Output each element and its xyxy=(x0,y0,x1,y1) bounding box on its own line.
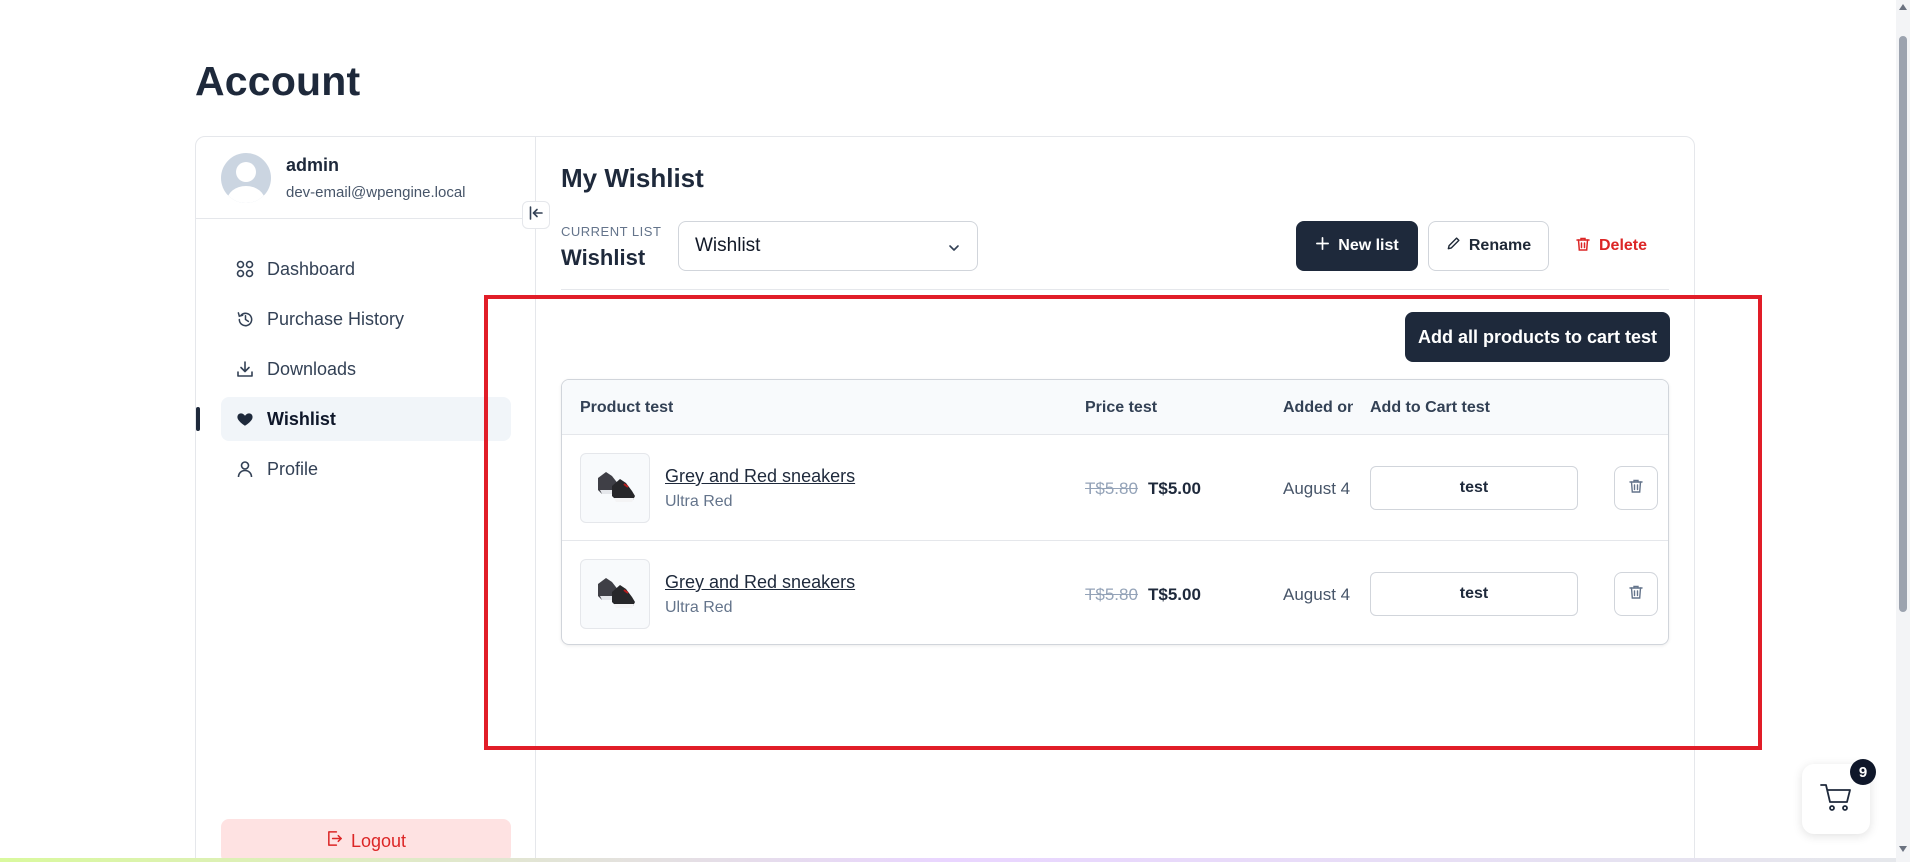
account-sidebar: admin dev-email@wpengine.local Dashboard… xyxy=(196,137,550,862)
logout-icon xyxy=(326,830,343,852)
table-row: Grey and Red sneakers Ultra Red T$5.80 T… xyxy=(562,435,1668,541)
wishlist-select[interactable]: Wishlist xyxy=(678,221,978,271)
added-date: August 4 xyxy=(1283,479,1351,498)
sidebar-item-downloads[interactable]: Downloads xyxy=(221,347,511,391)
add-to-cart-button[interactable]: test xyxy=(1370,572,1578,616)
current-list-name: Wishlist xyxy=(561,245,646,270)
product-name-link[interactable]: Grey and Red sneakers xyxy=(665,466,855,487)
cart-icon xyxy=(1819,781,1853,818)
trash-icon xyxy=(1628,584,1644,605)
rename-button[interactable]: Rename xyxy=(1428,221,1549,271)
user-email: dev-email@wpengine.local xyxy=(286,184,466,201)
sidebar-item-wishlist[interactable]: Wishlist xyxy=(196,397,511,441)
download-icon xyxy=(235,359,255,379)
trash-icon xyxy=(1628,478,1644,499)
chevron-down-icon xyxy=(947,239,961,261)
logout-label: Logout xyxy=(350,830,407,851)
pencil-icon xyxy=(1446,236,1461,256)
original-price: T$5.80 xyxy=(1085,585,1138,604)
account-card: admin dev-email@wpengine.local Dashboard… xyxy=(195,136,1695,862)
column-header-added: Added on xyxy=(1283,399,1353,416)
delete-label: Delete xyxy=(1598,237,1648,254)
collapse-left-icon xyxy=(528,205,544,226)
sale-price: T$5.00 xyxy=(1148,585,1201,604)
wishlist-panel: My Wishlist CURRENT LIST Wishlist Wishli… xyxy=(561,137,1671,862)
rename-label: Rename xyxy=(1468,237,1532,254)
product-variant: Ultra Red xyxy=(665,599,733,616)
trash-icon xyxy=(1575,236,1591,257)
sale-price: T$5.00 xyxy=(1148,479,1201,498)
product-variant: Ultra Red xyxy=(665,493,733,510)
remove-item-button[interactable] xyxy=(1614,572,1658,616)
sidebar-item-label: Profile xyxy=(267,458,319,479)
column-header-price: Price test xyxy=(1085,399,1158,416)
product-thumbnail[interactable] xyxy=(580,559,650,629)
user-icon xyxy=(235,459,255,479)
scroll-up-arrow[interactable] xyxy=(1899,4,1907,10)
page-title: Account xyxy=(195,58,361,104)
sidebar-item-label: Dashboard xyxy=(267,258,356,279)
wishlist-table: Product test Price test Added on Add to … xyxy=(561,379,1669,645)
collapse-sidebar-button[interactable] xyxy=(522,201,550,229)
vertical-scrollbar[interactable] xyxy=(1896,0,1910,862)
logout-button[interactable]: Logout xyxy=(221,819,511,862)
user-name: admin xyxy=(286,155,340,175)
delete-list-button[interactable]: Delete xyxy=(1561,221,1661,271)
product-name-link[interactable]: Grey and Red sneakers xyxy=(665,572,855,593)
cart-count-badge: 9 xyxy=(1850,759,1876,785)
heart-icon xyxy=(235,409,255,429)
account-nav: Dashboard Purchase History Downloads Wis… xyxy=(196,247,511,497)
product-thumbnail[interactable] xyxy=(580,453,650,523)
divider xyxy=(561,289,1669,290)
sneakers-icon xyxy=(590,570,640,619)
column-header-cart: Add to Cart test xyxy=(1370,399,1490,416)
sidebar-item-purchase-history[interactable]: Purchase History xyxy=(221,297,511,341)
dashboard-icon xyxy=(235,259,255,279)
sidebar-item-profile[interactable]: Profile xyxy=(221,447,511,491)
wishlist-title: My Wishlist xyxy=(561,163,704,193)
plus-icon xyxy=(1315,236,1330,256)
add-all-to-cart-button[interactable]: Add all products to cart test xyxy=(1405,312,1670,362)
sidebar-item-label: Downloads xyxy=(267,358,357,379)
history-icon xyxy=(235,309,255,329)
scroll-thumb[interactable] xyxy=(1899,36,1907,612)
remove-item-button[interactable] xyxy=(1614,466,1658,510)
sidebar-item-label: Wishlist xyxy=(267,408,336,429)
avatar xyxy=(221,153,271,203)
add-to-cart-button[interactable]: test xyxy=(1370,466,1578,510)
sidebar-item-dashboard[interactable]: Dashboard xyxy=(221,247,511,291)
new-list-label: New list xyxy=(1338,237,1399,254)
original-price: T$5.80 xyxy=(1085,479,1138,498)
sneakers-icon xyxy=(590,464,640,513)
sidebar-item-label: Purchase History xyxy=(267,308,405,329)
current-list-label: CURRENT LIST xyxy=(561,224,662,239)
table-row: Grey and Red sneakers Ultra Red T$5.80 T… xyxy=(562,541,1668,644)
bottom-edge xyxy=(0,858,1896,862)
scroll-down-arrow[interactable] xyxy=(1899,846,1907,852)
active-indicator xyxy=(196,407,200,431)
column-header-product: Product test xyxy=(580,399,674,416)
wishlist-select-value: Wishlist xyxy=(695,235,761,256)
user-info: admin dev-email@wpengine.local xyxy=(196,137,536,219)
new-list-button[interactable]: New list xyxy=(1296,221,1418,271)
added-date: August 4 xyxy=(1283,585,1351,604)
table-header: Product test Price test Added on Add to … xyxy=(562,380,1668,435)
